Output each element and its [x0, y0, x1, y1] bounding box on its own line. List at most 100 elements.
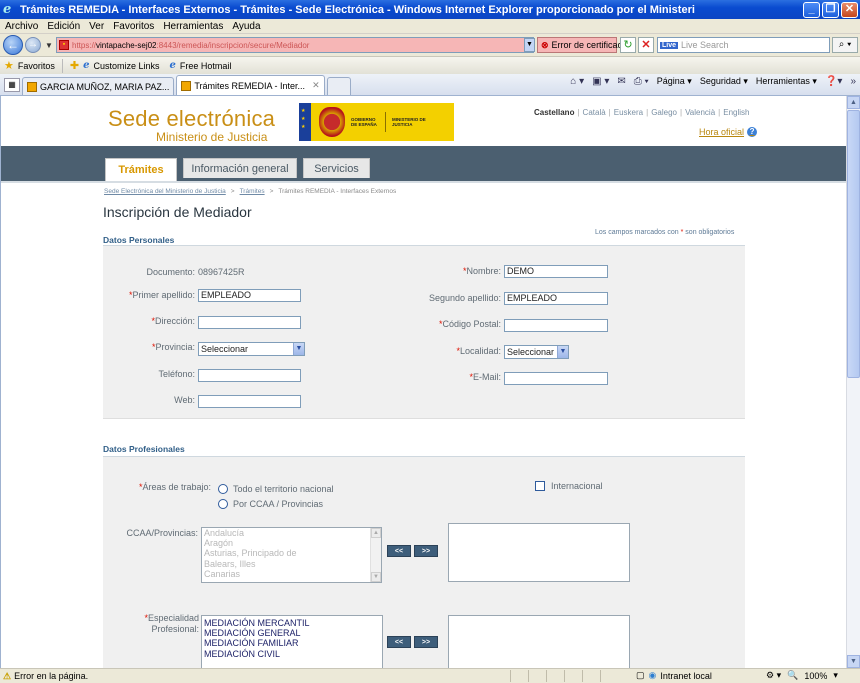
warning-icon[interactable]: ⚠: [3, 671, 11, 682]
minimize-button[interactable]: _: [803, 1, 820, 18]
provincia-select[interactable]: Seleccionar ▼: [198, 342, 305, 356]
ccaa-remove-button[interactable]: <<: [387, 545, 411, 557]
refresh-icon[interactable]: ↻: [620, 37, 636, 53]
favorites-star-icon[interactable]: ★: [4, 59, 14, 72]
history-dropdown-icon[interactable]: ▼: [45, 41, 53, 50]
chevron-up-icon[interactable]: ▲: [371, 528, 381, 538]
ccaa-available-list[interactable]: Andalucía Aragón Asturias, Principado de…: [201, 527, 382, 583]
especialidad-selected-list[interactable]: [448, 615, 630, 668]
close-window-button[interactable]: ✕: [841, 1, 858, 18]
radio-circle[interactable]: [218, 499, 228, 509]
nombre-field[interactable]: DEMO: [504, 265, 608, 278]
browser-tab-2[interactable]: Trámites REMEDIA - Inter... ✕: [176, 75, 325, 95]
site-brand[interactable]: Sede electrónica Ministerio de Justicia: [108, 108, 275, 144]
maximize-button[interactable]: ❐: [822, 1, 839, 18]
page-menu[interactable]: Página ▾: [657, 76, 692, 87]
back-button[interactable]: ←: [3, 35, 23, 55]
hora-oficial-link[interactable]: Hora oficial ?: [699, 127, 758, 137]
list-item[interactable]: MEDIACIÓN CIVIL: [202, 649, 382, 659]
help-menu-icon[interactable]: ❓▾: [825, 76, 842, 87]
help-icon[interactable]: ?: [747, 127, 758, 137]
chevron-right-icon[interactable]: »: [850, 76, 856, 87]
menu-ver[interactable]: Ver: [89, 21, 104, 32]
chevron-down-icon[interactable]: ▼: [557, 346, 568, 358]
chevron-down-icon[interactable]: ▼: [293, 343, 304, 355]
list-item[interactable]: Canarias: [202, 569, 381, 579]
forward-button[interactable]: →: [25, 37, 41, 53]
search-icon[interactable]: ⌕ ▾: [832, 37, 858, 53]
lang-castellano[interactable]: Castellano: [534, 108, 574, 117]
menu-herramientas[interactable]: Herramientas: [163, 21, 223, 32]
scroll-thumb[interactable]: [847, 110, 860, 378]
especialidad-remove-button[interactable]: <<: [387, 636, 411, 648]
especialidad-add-button[interactable]: >>: [414, 636, 438, 648]
address-dropdown-icon[interactable]: ▼: [524, 38, 535, 52]
lang-english[interactable]: English: [723, 108, 749, 117]
menu-edicion[interactable]: Edición: [47, 21, 80, 32]
security-zone[interactable]: ▢ ◉ Intranet local: [636, 670, 712, 681]
print-icon[interactable]: ⎙ ▾: [634, 76, 649, 87]
internacional-checkbox[interactable]: Internacional: [535, 481, 603, 491]
lang-catala[interactable]: Català: [583, 108, 606, 117]
radio-por-ccaa[interactable]: Por CCAA / Provincias: [218, 499, 323, 509]
list-item[interactable]: Aragón: [202, 538, 381, 548]
especialidad-available-list[interactable]: MEDIACIÓN MERCANTIL MEDIACIÓN GENERAL ME…: [201, 615, 383, 668]
chevron-down-icon[interactable]: ▾: [833, 670, 838, 681]
lang-galego[interactable]: Galego: [651, 108, 677, 117]
list-item[interactable]: Andalucía: [202, 528, 381, 538]
codigo-postal-field[interactable]: [504, 319, 608, 332]
list-item[interactable]: Balears, Illes: [202, 559, 381, 569]
lang-euskera[interactable]: Euskera: [614, 108, 643, 117]
fav-link-customize[interactable]: Customize Links: [93, 61, 159, 71]
status-message[interactable]: Error en la página.: [14, 671, 88, 681]
chevron-up-icon[interactable]: ▲: [847, 96, 860, 109]
zoom-control[interactable]: ⚙ ▾ 🔍 100% ▾: [766, 670, 838, 681]
direccion-field[interactable]: [198, 316, 301, 329]
address-input[interactable]: ▪ https://vintapache-sej02:8443/remedia/…: [56, 37, 534, 53]
security-menu[interactable]: Seguridad ▾: [700, 76, 748, 87]
chevron-down-icon[interactable]: ▼: [371, 572, 381, 582]
stop-icon[interactable]: ✕: [638, 37, 654, 53]
mail-icon[interactable]: ✉: [617, 76, 625, 87]
browser-tab-1[interactable]: GARCIA MUÑOZ, MARIA PAZ...: [22, 77, 175, 95]
home-icon[interactable]: ⌂ ▾: [570, 76, 584, 87]
list-item[interactable]: Asturias, Principado de: [202, 548, 381, 558]
list-item[interactable]: MEDIACIÓN FAMILIAR: [202, 638, 382, 648]
lang-valencia[interactable]: Valencià: [685, 108, 715, 117]
primer-apellido-field[interactable]: EMPLEADO: [198, 289, 301, 302]
tab-informacion-general[interactable]: Información general: [183, 158, 297, 178]
feeds-icon[interactable]: ▣ ▾: [592, 76, 609, 87]
add-favorite-icon[interactable]: ✚: [70, 59, 79, 72]
breadcrumb-link-tramites[interactable]: Trámites: [240, 188, 265, 195]
fav-link-hotmail[interactable]: Free Hotmail: [180, 61, 232, 71]
localidad-select[interactable]: Seleccionar ▼: [504, 345, 569, 359]
list-item[interactable]: MEDIACIÓN MERCANTIL: [202, 616, 382, 628]
tools-menu[interactable]: Herramientas ▾: [756, 76, 817, 87]
tab-servicios[interactable]: Servicios: [303, 158, 370, 178]
telefono-field[interactable]: [198, 369, 301, 382]
new-tab-button[interactable]: [326, 77, 351, 95]
web-field[interactable]: [198, 395, 301, 408]
favorites-button[interactable]: Favoritos: [18, 61, 55, 71]
chevron-down-icon[interactable]: ▼: [847, 655, 860, 668]
menu-ayuda[interactable]: Ayuda: [232, 21, 260, 32]
page-scrollbar[interactable]: ▲ ▼: [846, 96, 860, 668]
checkbox-box[interactable]: [535, 481, 545, 491]
menu-favoritos[interactable]: Favoritos: [113, 21, 154, 32]
breadcrumb-link-sede[interactable]: Sede Electrónica del Ministerio de Justi…: [104, 188, 226, 195]
email-field[interactable]: [504, 372, 608, 385]
menu-archivo[interactable]: Archivo: [5, 21, 38, 32]
search-input[interactable]: Live Live Search: [657, 37, 830, 53]
ccaa-selected-list[interactable]: [448, 523, 630, 582]
list-item[interactable]: MEDIACIÓN GENERAL: [202, 628, 382, 638]
quick-tabs-icon[interactable]: ▦: [4, 78, 20, 92]
tab-tramites[interactable]: Trámites: [105, 158, 177, 181]
certificate-error-button[interactable]: ⊗ Error de certificado: [537, 37, 628, 53]
radio-circle[interactable]: [218, 484, 228, 494]
close-tab-icon[interactable]: ✕: [312, 80, 320, 91]
ccaa-add-button[interactable]: >>: [414, 545, 438, 557]
window-title: Trámites REMEDIA - Interfaces Externos -…: [20, 3, 695, 16]
segundo-apellido-field[interactable]: EMPLEADO: [504, 292, 608, 305]
radio-territorio-nacional[interactable]: Todo el territorio nacional: [218, 484, 334, 494]
list-scrollbar[interactable]: ▲ ▼: [370, 528, 381, 582]
